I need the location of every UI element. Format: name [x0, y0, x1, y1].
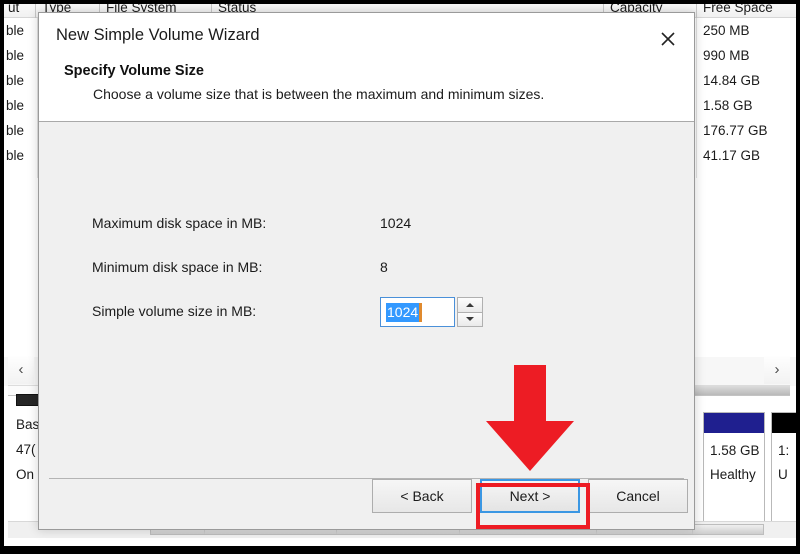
dialog-body: Maximum disk space in MB: 1024 Minimum d…: [39, 123, 694, 529]
graphical-pane-scroll-thumb[interactable]: [694, 386, 790, 395]
close-icon[interactable]: [654, 25, 682, 53]
frame-border-top: [0, 0, 800, 4]
caret-down-icon[interactable]: [457, 312, 483, 327]
field-label: Simple volume size in MB:: [92, 303, 257, 319]
volume-size-stepper[interactable]: 1024: [380, 297, 483, 327]
frame-border-left: [0, 0, 4, 554]
dialog-footer: < Back Next > Cancel: [39, 467, 694, 529]
new-simple-volume-wizard-dialog: New Simple Volume Wizard Specify Volume …: [38, 12, 695, 530]
dialog-header: New Simple Volume Wizard Specify Volume …: [39, 13, 694, 122]
list-item[interactable]: 41.17 GB: [698, 143, 796, 168]
list-item[interactable]: 14.84 GB: [698, 68, 796, 93]
field-label: Maximum disk space in MB:: [92, 215, 267, 231]
caret-up-icon[interactable]: [457, 297, 483, 313]
list-item[interactable]: 990 MB: [698, 43, 796, 68]
field-value: 8: [380, 259, 388, 275]
field-value: 1024: [380, 215, 412, 231]
partition-block[interactable]: 1.58 GB Healthy: [703, 412, 765, 522]
frame-border-right: [796, 0, 800, 554]
list-item[interactable]: ble: [4, 43, 38, 68]
volume-size-value: 1024: [386, 302, 420, 322]
partition-bar: [704, 413, 764, 433]
page-subtitle: Specify Volume Size: [64, 63, 204, 79]
dialog-title: New Simple Volume Wizard: [56, 26, 260, 44]
list-item[interactable]: ble: [4, 18, 38, 43]
next-button[interactable]: Next >: [480, 479, 580, 513]
page-description: Choose a volume size that is between the…: [93, 86, 545, 102]
list-item[interactable]: ble: [4, 118, 38, 143]
screen-root: ut Type File System Status Capacity Free…: [0, 0, 800, 554]
text-caret: [419, 302, 423, 322]
volume-size-input[interactable]: 1024: [380, 297, 455, 327]
cancel-button[interactable]: Cancel: [588, 479, 688, 513]
list-item[interactable]: ble: [4, 68, 38, 93]
field-label: Minimum disk space in MB:: [92, 259, 263, 275]
frame-border-bottom: [0, 546, 800, 554]
back-button[interactable]: < Back: [372, 479, 472, 513]
list-item[interactable]: 250 MB: [698, 18, 796, 43]
list-item[interactable]: ble: [4, 93, 38, 118]
partition-capacity: 1.58 GB: [710, 443, 760, 458]
list-item[interactable]: 176.77 GB: [698, 118, 796, 143]
volume-list-left-column: ble ble ble ble ble ble: [4, 18, 38, 168]
partition-status: Healthy: [710, 467, 756, 482]
chevron-right-icon[interactable]: ›: [764, 356, 790, 384]
column-divider: [696, 18, 697, 178]
stepper-buttons: [457, 297, 483, 327]
list-item[interactable]: 1.58 GB: [698, 93, 796, 118]
chevron-left-icon[interactable]: ‹: [8, 356, 34, 384]
volume-list-freespace-column: 250 MB 990 MB 14.84 GB 1.58 GB 176.77 GB…: [698, 18, 796, 168]
list-item[interactable]: ble: [4, 143, 38, 168]
